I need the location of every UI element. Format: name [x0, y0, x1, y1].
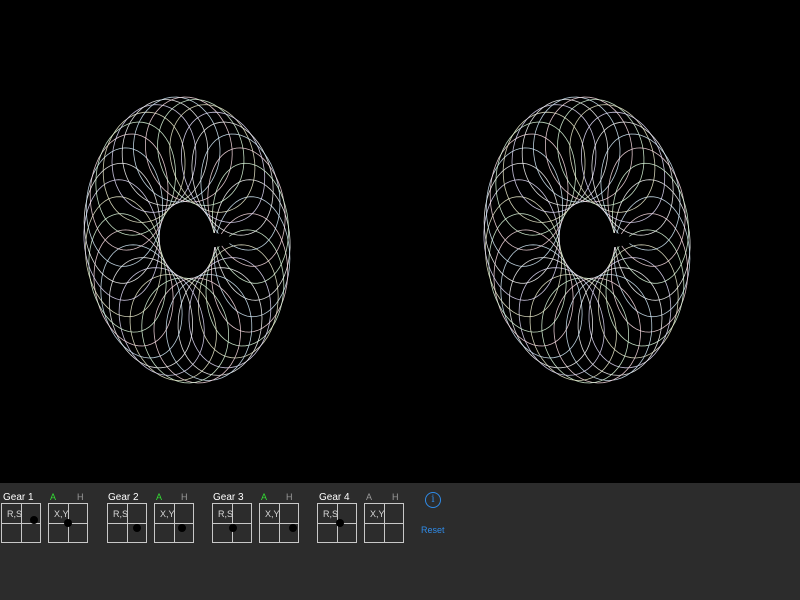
gear-2-flag-a[interactable]: A — [156, 492, 162, 502]
gear-4-rs-label: R,S — [323, 509, 339, 519]
drawing-canvas[interactable] — [0, 0, 800, 483]
gear-2-rs-label: R,S — [113, 509, 129, 519]
spiro-loop — [483, 179, 560, 301]
gear-2-rs-pad[interactable]: R,S — [107, 503, 147, 543]
gear-2-title: Gear 2 — [108, 492, 139, 503]
gear-1-rs-handle[interactable] — [30, 516, 38, 524]
spiro-center-hole — [565, 232, 633, 248]
reset-button[interactable]: Reset — [421, 525, 445, 535]
spiro-loop — [108, 257, 194, 369]
spirograph-render — [83, 96, 691, 384]
spirograph-left — [83, 96, 291, 384]
spirograph-right — [483, 96, 691, 384]
gear-4-rs-pad[interactable]: R,S — [317, 503, 357, 543]
gear-4-rs-handle[interactable] — [336, 519, 344, 527]
gear-1-xy-pad[interactable]: X,Y — [48, 503, 88, 543]
gear-4-xy-label: X,Y — [370, 509, 385, 519]
gear-3-rs-handle[interactable] — [229, 524, 237, 532]
gear-2-flag-h[interactable]: H — [181, 492, 188, 502]
pad-horizontal-divider — [155, 523, 194, 524]
pad-horizontal-divider — [365, 523, 404, 524]
spiro-loop — [500, 244, 583, 359]
gear-4-xy-pad[interactable]: X,Y — [364, 503, 404, 543]
gear-1-flag-a[interactable]: A — [50, 492, 56, 502]
spiro-loop — [532, 96, 621, 203]
gear-2-xy-handle[interactable] — [178, 524, 186, 532]
gear-1-xy-handle[interactable] — [64, 519, 72, 527]
gear-1-rs-label: R,S — [7, 509, 23, 519]
gear-control-panel: Gear 1 A H R,S X,Y Gear 2 A H R,S X,Y Ge… — [0, 483, 800, 600]
spiro-loop — [153, 277, 242, 384]
gear-2-rs-handle[interactable] — [133, 524, 141, 532]
gear-4-flag-a[interactable]: A — [366, 492, 372, 502]
gear-3-xy-handle[interactable] — [289, 524, 297, 532]
gear-3-rs-label: R,S — [218, 509, 234, 519]
gear-1-rs-pad[interactable]: R,S — [1, 503, 41, 543]
spiro-loop — [83, 179, 160, 301]
spiro-loop — [508, 257, 594, 369]
spiro-loop — [591, 121, 674, 236]
gear-2-xy-pad[interactable]: X,Y — [154, 503, 194, 543]
gear-4-title: Gear 4 — [319, 492, 350, 503]
spiro-loop — [180, 111, 266, 223]
spiro-loop — [132, 96, 221, 203]
gear-3-flag-h[interactable]: H — [286, 492, 293, 502]
gear-3-xy-pad[interactable]: X,Y — [259, 503, 299, 543]
gear-3-rs-pad[interactable]: R,S — [212, 503, 252, 543]
spiro-loop — [580, 111, 666, 223]
gear-4-flag-h[interactable]: H — [392, 492, 399, 502]
gear-1-title: Gear 1 — [3, 492, 34, 503]
gear-3-title: Gear 3 — [213, 492, 244, 503]
info-icon[interactable]: i — [425, 492, 441, 508]
pad-horizontal-divider — [108, 523, 147, 524]
spiro-center-hole — [165, 232, 233, 248]
spiro-loop — [191, 121, 274, 236]
gear-1-flag-h[interactable]: H — [77, 492, 84, 502]
gear-1-xy-label: X,Y — [54, 509, 69, 519]
spiro-loop — [100, 244, 183, 359]
gear-2-xy-label: X,Y — [160, 509, 175, 519]
gear-3-flag-a[interactable]: A — [261, 492, 267, 502]
spiro-loop — [553, 277, 642, 384]
spiro-loop — [493, 229, 574, 347]
gear-3-xy-label: X,Y — [265, 509, 280, 519]
spiro-loop — [93, 229, 174, 347]
